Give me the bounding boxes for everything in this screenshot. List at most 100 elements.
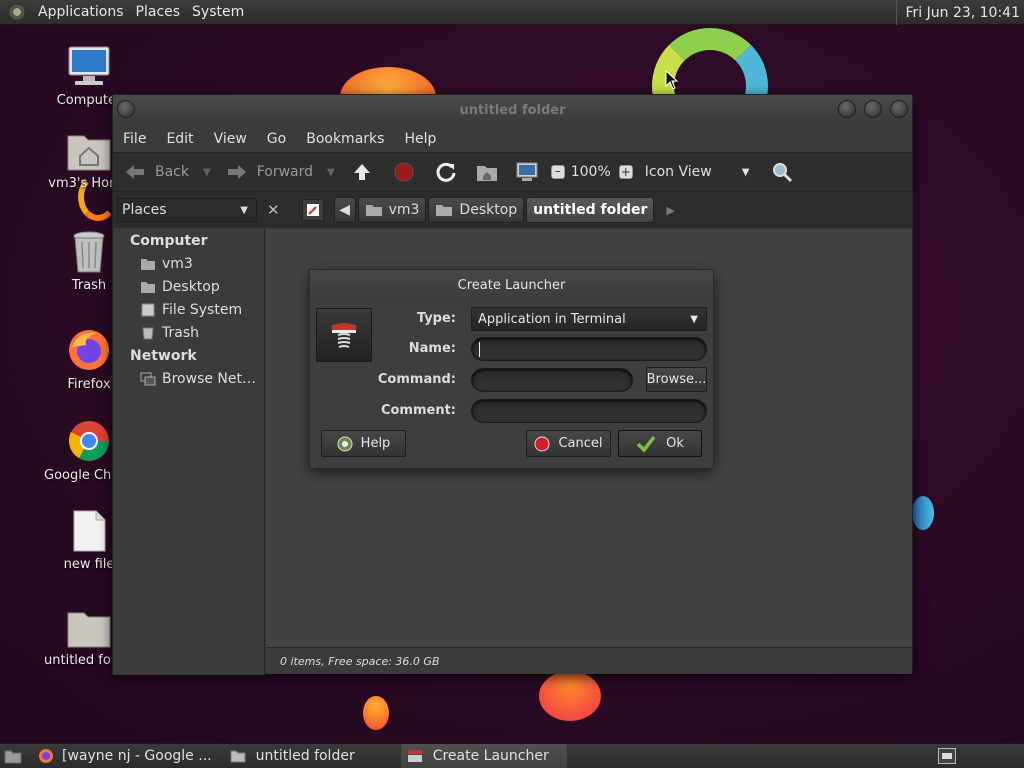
task-label: Create Launcher <box>432 748 549 764</box>
home-icon <box>141 259 155 270</box>
sidebar-places-select[interactable]: Places ▼ <box>117 198 257 222</box>
breadcrumb-untitled-folder[interactable]: untitled folder <box>526 197 655 223</box>
back-label: Back <box>155 164 189 180</box>
browse-button[interactable]: Browse... <box>646 367 707 392</box>
workspace-switcher[interactable] <box>938 748 956 764</box>
folder-icon <box>67 612 111 648</box>
name-label: Name: <box>408 341 456 356</box>
firefox-icon <box>69 330 109 370</box>
menu-help[interactable]: Help <box>394 131 446 147</box>
back-arrow-icon <box>126 165 144 179</box>
crumb-left-arrow-icon[interactable]: ◀ <box>333 197 356 223</box>
taskbar-item-untitled-folder[interactable]: untitled folder <box>224 744 361 768</box>
dialog-title[interactable]: Create Launcher <box>310 270 713 300</box>
system-menu[interactable]: System <box>186 4 250 20</box>
location-bar: Places ▼ ✕ ◀ vm3 Desktop untitled folder… <box>113 192 912 228</box>
menu-view[interactable]: View <box>204 131 257 147</box>
checkmark-icon <box>636 435 656 453</box>
desktop-folder-icon <box>436 205 453 216</box>
status-bar: 0 items, Free space: 36.0 GB <box>266 647 912 674</box>
window-menu-icon[interactable] <box>117 100 135 118</box>
desktop-icon <box>141 282 155 293</box>
forward-history-dropdown-icon[interactable]: ▼ <box>327 167 335 178</box>
sidebar-item-desktop[interactable]: Desktop <box>140 279 220 295</box>
applications-menu[interactable]: Applications <box>32 4 130 20</box>
taskbar-item-create-launcher[interactable]: Create Launcher <box>400 743 567 768</box>
breadcrumb-vm3[interactable]: vm3 <box>357 197 427 223</box>
home-icon <box>365 205 382 216</box>
firefox-icon <box>39 749 53 763</box>
zoom-level: 100% <box>570 164 611 180</box>
menu-edit[interactable]: Edit <box>156 131 203 147</box>
places-select-label: Places <box>122 202 167 218</box>
stop-icon[interactable] <box>393 161 415 183</box>
menu-file[interactable]: File <box>113 131 156 147</box>
comment-label: Comment: <box>380 403 456 418</box>
sidebar-item-trash[interactable]: Trash <box>140 325 199 341</box>
type-select-value: Application in Terminal <box>478 311 626 327</box>
menu-bookmarks[interactable]: Bookmarks <box>296 131 394 147</box>
ok-button[interactable]: Ok <box>618 430 702 457</box>
breadcrumb-desktop[interactable]: Desktop <box>428 197 525 223</box>
cancel-button[interactable]: Cancel <box>526 430 611 457</box>
trash-icon <box>73 231 105 273</box>
help-button[interactable]: Help <box>321 430 406 457</box>
show-desktop-icon[interactable] <box>4 748 22 764</box>
type-select[interactable]: Application in Terminal ▼ <box>471 307 707 331</box>
up-arrow-icon[interactable] <box>351 161 373 183</box>
home-icon[interactable] <box>475 161 499 183</box>
folder-icon <box>230 750 246 763</box>
comment-field[interactable] <box>471 399 707 423</box>
sidebar-item-file-system[interactable]: File System <box>140 302 242 318</box>
sidebar-item-vm3[interactable]: vm3 <box>140 256 193 272</box>
search-icon[interactable] <box>771 161 793 183</box>
computer-icon <box>68 46 110 85</box>
browse-button-label: Browse... <box>646 372 707 387</box>
help-button-label: Help <box>360 436 391 451</box>
type-label: Type: <box>416 311 456 326</box>
taskbar-item-chrome[interactable]: [wayne nj - Google ... <box>32 744 218 768</box>
sidebar-item-label: File System <box>162 302 243 318</box>
cancel-icon <box>534 436 550 451</box>
workspace-icon <box>942 753 952 759</box>
section-heading: Network <box>130 348 197 364</box>
sidebar-heading-network: Network <box>130 348 197 364</box>
sidebar-close-icon[interactable]: ✕ <box>267 201 280 219</box>
name-field[interactable] <box>471 337 707 361</box>
file-icon <box>73 510 106 552</box>
command-label: Command: <box>377 372 456 387</box>
command-field[interactable] <box>471 368 633 392</box>
breadcrumb-label: Desktop <box>459 202 518 218</box>
reload-icon[interactable] <box>435 161 457 183</box>
bg-blob-cyan <box>912 496 934 530</box>
window-title: untitled folder <box>459 102 566 118</box>
minimize-icon[interactable] <box>838 100 856 118</box>
menu-go[interactable]: Go <box>257 131 296 147</box>
maximize-icon[interactable] <box>864 100 882 118</box>
window-titlebar[interactable]: untitled folder <box>113 95 912 125</box>
bg-blob-red <box>539 671 601 721</box>
breadcrumb-label: untitled folder <box>533 202 648 218</box>
clock[interactable]: Fri Jun 23, 10:41 <box>896 0 1024 25</box>
forward-button[interactable]: Forward <box>225 162 313 182</box>
zoom-out-icon[interactable]: – <box>550 165 565 179</box>
sidebar: Computer vm3 Desktop File System Trash N… <box>113 229 265 675</box>
sidebar-item-browse-network[interactable]: Browse Net… <box>140 371 256 387</box>
close-icon[interactable] <box>890 100 908 118</box>
back-history-dropdown-icon[interactable]: ▼ <box>203 167 211 178</box>
crumb-right-arrow-icon[interactable]: ▶ <box>666 204 674 217</box>
computer-icon[interactable] <box>515 161 539 183</box>
network-icon <box>140 372 156 386</box>
mouse-cursor-icon <box>665 70 679 90</box>
trash-icon <box>142 327 154 340</box>
distro-logo-icon[interactable] <box>8 3 26 21</box>
back-button[interactable]: Back <box>123 162 189 182</box>
chevron-down-icon: ▼ <box>690 313 698 325</box>
places-menu[interactable]: Places <box>130 4 187 20</box>
view-mode-select[interactable]: Icon View ▼ <box>645 164 750 180</box>
sidebar-heading-computer: Computer <box>130 233 208 249</box>
help-icon <box>337 436 353 451</box>
zoom-in-icon[interactable]: + <box>618 165 633 179</box>
edit-location-icon[interactable] <box>301 199 324 221</box>
sidebar-item-label: Desktop <box>162 279 220 295</box>
